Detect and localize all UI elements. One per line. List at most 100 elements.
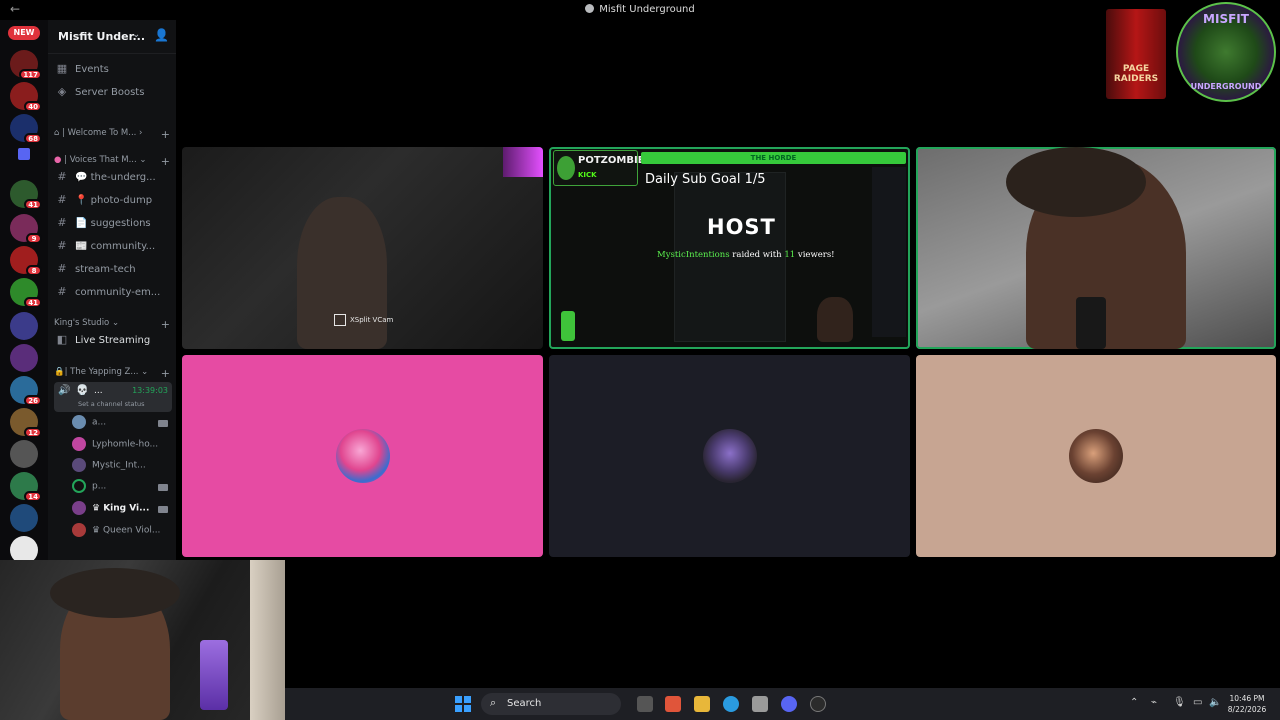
channel-suggestions[interactable]: # 📄 suggestions xyxy=(54,216,172,236)
unread-badge: 41 xyxy=(24,199,42,210)
chevron-down-icon[interactable]: ⌄ xyxy=(132,29,140,40)
server-icon[interactable]: 68 xyxy=(10,114,42,144)
server-icon[interactable] xyxy=(10,536,38,560)
voice-user[interactable]: Mystic_Int... xyxy=(72,458,172,478)
camera-icon xyxy=(158,506,168,513)
channel-status[interactable]: Set a channel status xyxy=(78,400,145,408)
voice-user[interactable]: a... xyxy=(72,415,172,435)
server-icon[interactable]: 12 xyxy=(10,408,42,438)
server-icon[interactable]: 14 xyxy=(10,472,42,502)
store-icon[interactable] xyxy=(752,696,768,712)
crown-icon: ♛ xyxy=(92,525,103,536)
avatar xyxy=(72,479,86,493)
voice-user[interactable]: ♛ King Vi... xyxy=(72,501,172,521)
category-voices[interactable]: ● | Voices That M... ⌄ + xyxy=(54,155,170,165)
heart-icon: ● xyxy=(54,155,65,165)
add-channel-icon[interactable]: + xyxy=(161,367,170,377)
avatar-tile[interactable] xyxy=(182,355,543,557)
video-tile[interactable] xyxy=(916,147,1276,349)
avatar xyxy=(702,429,757,483)
discord-icon[interactable] xyxy=(781,696,797,712)
host-banner: HOST xyxy=(707,215,776,239)
channel-community-em[interactable]: # community-em... xyxy=(54,285,172,305)
channel-live-streaming[interactable]: ◧ Live Streaming xyxy=(54,333,172,353)
obs-icon[interactable] xyxy=(810,696,826,712)
avatar xyxy=(1069,429,1123,483)
server-icon[interactable]: 117 xyxy=(10,50,42,80)
unread-badge: 68 xyxy=(24,133,42,144)
search-box[interactable]: ⌕ Search xyxy=(481,693,621,715)
invite-people-icon[interactable]: 👤 xyxy=(154,28,169,42)
speech-icon: 💬 xyxy=(75,172,91,183)
server-icon[interactable]: 9 xyxy=(10,214,42,244)
channel-community[interactable]: # 📰 community... xyxy=(54,239,172,259)
channel-logo: POTZOMBIE420 KICK xyxy=(553,150,665,186)
new-badge[interactable]: NEW xyxy=(8,26,40,40)
add-channel-icon[interactable]: + xyxy=(161,318,170,328)
server-header[interactable]: Misfit Under... ⌄ 👤 xyxy=(48,20,176,54)
raid-alert: MysticIntentions raided with 11 viewers! xyxy=(657,250,835,260)
misfit-underground-logo: MISFIT UNDERGROUND xyxy=(1176,2,1276,102)
channel-the-underground[interactable]: # 💬 the-underg... xyxy=(54,170,172,190)
server-icon[interactable] xyxy=(10,440,38,468)
server-icon[interactable]: 40 xyxy=(10,82,42,112)
server-icon[interactable] xyxy=(10,504,38,532)
channel-stream-tech[interactable]: # stream-tech xyxy=(54,262,172,282)
avatar-tile[interactable] xyxy=(549,355,910,557)
voice-channel-active[interactable]: 🔊 💀 ... 13:39:03 Set a channel status xyxy=(54,382,172,412)
camera-icon xyxy=(158,484,168,491)
chevron-up-icon[interactable]: ⌃ xyxy=(1130,697,1138,708)
home-icon: ⌂ xyxy=(54,128,63,138)
streamer-cam xyxy=(817,297,853,342)
stage-icon: ◧ xyxy=(56,333,68,346)
channel-photo-dump[interactable]: # 📍 photo-dump xyxy=(54,193,172,213)
display-icon[interactable]: ▭ xyxy=(1193,697,1202,708)
stream-tile[interactable]: POTZOMBIE420 KICK THE HORDE Daily Sub Go… xyxy=(549,147,910,349)
system-clock[interactable]: 10:46 PM 8/22/2026 xyxy=(1219,693,1275,715)
windows-start-icon[interactable] xyxy=(455,696,471,712)
copilot-icon[interactable] xyxy=(665,696,681,712)
boost-icon: ◈ xyxy=(57,85,67,98)
server-icon[interactable]: 8 xyxy=(10,246,42,276)
mic-icon[interactable]: 🎙 xyxy=(1173,697,1186,708)
voice-user[interactable]: Lyphomle-ho... xyxy=(72,437,172,457)
server-icon[interactable]: 41 xyxy=(10,180,42,210)
video-tile[interactable]: XSplit VCam xyxy=(182,147,543,349)
file-explorer-icon[interactable] xyxy=(694,696,710,712)
neon-light xyxy=(503,147,543,177)
sidebar-item-server-boosts[interactable]: ◈ Server Boosts xyxy=(54,85,172,105)
hash-icon: # xyxy=(57,262,67,275)
voice-user[interactable]: p... xyxy=(72,479,172,499)
server-icon[interactable] xyxy=(10,344,38,372)
unread-badge: 117 xyxy=(19,69,42,80)
skull-icon: 💀 xyxy=(76,385,89,396)
hash-icon: # xyxy=(57,216,67,229)
category-welcome[interactable]: ⌂ | Welcome To M... › + xyxy=(54,128,170,138)
camera-logo-icon xyxy=(334,314,346,326)
note-icon: 📄 xyxy=(75,218,91,229)
network-icon[interactable]: ⌁ xyxy=(1151,697,1157,708)
server-icon[interactable]: 26 xyxy=(10,376,42,406)
goal-meter xyxy=(561,311,575,341)
dm-folder-icon[interactable] xyxy=(18,148,30,160)
avatar xyxy=(72,501,86,515)
voice-user[interactable]: ♛ Queen Viol... xyxy=(72,523,172,543)
unread-badge: 26 xyxy=(24,395,42,406)
task-view-icon[interactable] xyxy=(637,696,653,712)
unread-badge: 40 xyxy=(24,101,42,112)
server-icon[interactable] xyxy=(10,312,38,340)
edge-icon[interactable] xyxy=(723,696,739,712)
add-channel-icon[interactable]: + xyxy=(161,128,170,138)
sidebar-item-events[interactable]: ▦ Events xyxy=(54,62,172,82)
sub-goal-text: Daily Sub Goal 1/5 xyxy=(645,172,766,187)
crown-icon: ♛ xyxy=(92,503,104,514)
server-icon[interactable]: 41 xyxy=(10,278,42,308)
category-yapping[interactable]: 🔒| The Yapping Z... ⌄ + xyxy=(54,367,170,377)
microphone-figure xyxy=(1076,297,1106,349)
add-channel-icon[interactable]: + xyxy=(161,155,170,165)
zombie-icon xyxy=(557,156,575,180)
category-kings-studio[interactable]: King's Studio ⌄ + xyxy=(54,318,170,328)
person-figure xyxy=(297,197,387,349)
avatar-tile[interactable] xyxy=(916,355,1276,557)
avatar xyxy=(72,458,86,472)
